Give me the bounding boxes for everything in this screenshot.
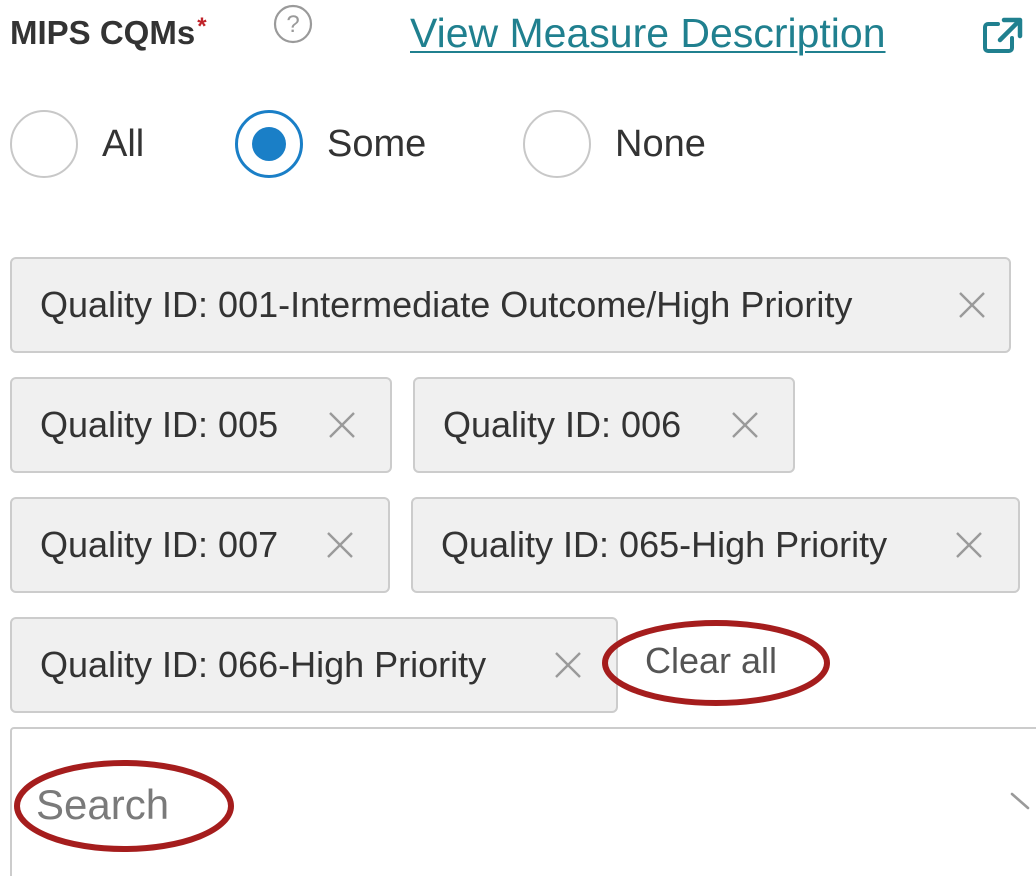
field-label: MIPS CQMs*	[10, 13, 207, 52]
clear-all-button[interactable]: Clear all	[645, 640, 777, 682]
selected-chip: Quality ID: 065-High Priority	[411, 497, 1020, 593]
search-input[interactable]	[36, 770, 936, 840]
question-circle-icon[interactable]: ?	[271, 2, 315, 46]
close-x-icon[interactable]	[956, 289, 988, 321]
radio-some-label: Some	[327, 122, 427, 165]
close-x-icon[interactable]	[729, 409, 761, 441]
selected-chip: Quality ID: 001-Intermediate Outcome/Hig…	[10, 257, 1011, 353]
chevron-down-icon[interactable]	[1010, 786, 1036, 816]
radio-some[interactable]: Some	[235, 108, 426, 180]
radio-all-circle[interactable]	[10, 110, 78, 178]
external-link-icon[interactable]	[980, 16, 1024, 56]
radio-none-circle[interactable]	[523, 110, 591, 178]
chip-label: Quality ID: 007	[40, 524, 279, 565]
selected-chip: Quality ID: 007	[10, 497, 390, 593]
required-asterisk: *	[197, 13, 207, 40]
selected-chip: Quality ID: 005	[10, 377, 392, 473]
radio-all-label: All	[102, 122, 145, 165]
svg-text:?: ?	[286, 11, 299, 38]
selected-chip: Quality ID: 006	[413, 377, 795, 473]
field-label-text: MIPS CQMs	[10, 14, 196, 51]
mips-cqm-field: MIPS CQMs* ? View Measure Description Al…	[0, 0, 1036, 876]
close-x-icon[interactable]	[552, 649, 584, 681]
chip-label: Quality ID: 006	[443, 404, 682, 445]
radio-some-circle[interactable]	[235, 110, 303, 178]
chip-label: Quality ID: 005	[40, 404, 279, 445]
chip-label: Quality ID: 066-High Priority	[40, 644, 487, 685]
radio-all[interactable]: All	[10, 108, 144, 180]
radio-none[interactable]: None	[523, 108, 706, 180]
chip-label: Quality ID: 065-High Priority	[441, 524, 888, 565]
close-x-icon[interactable]	[953, 529, 985, 561]
radio-none-label: None	[615, 122, 706, 165]
close-x-icon[interactable]	[326, 409, 358, 441]
close-x-icon[interactable]	[324, 529, 356, 561]
chip-label: Quality ID: 001-Intermediate Outcome/Hig…	[40, 284, 853, 325]
view-measure-description-link[interactable]: View Measure Description	[410, 10, 886, 57]
selected-chip: Quality ID: 066-High Priority	[10, 617, 618, 713]
